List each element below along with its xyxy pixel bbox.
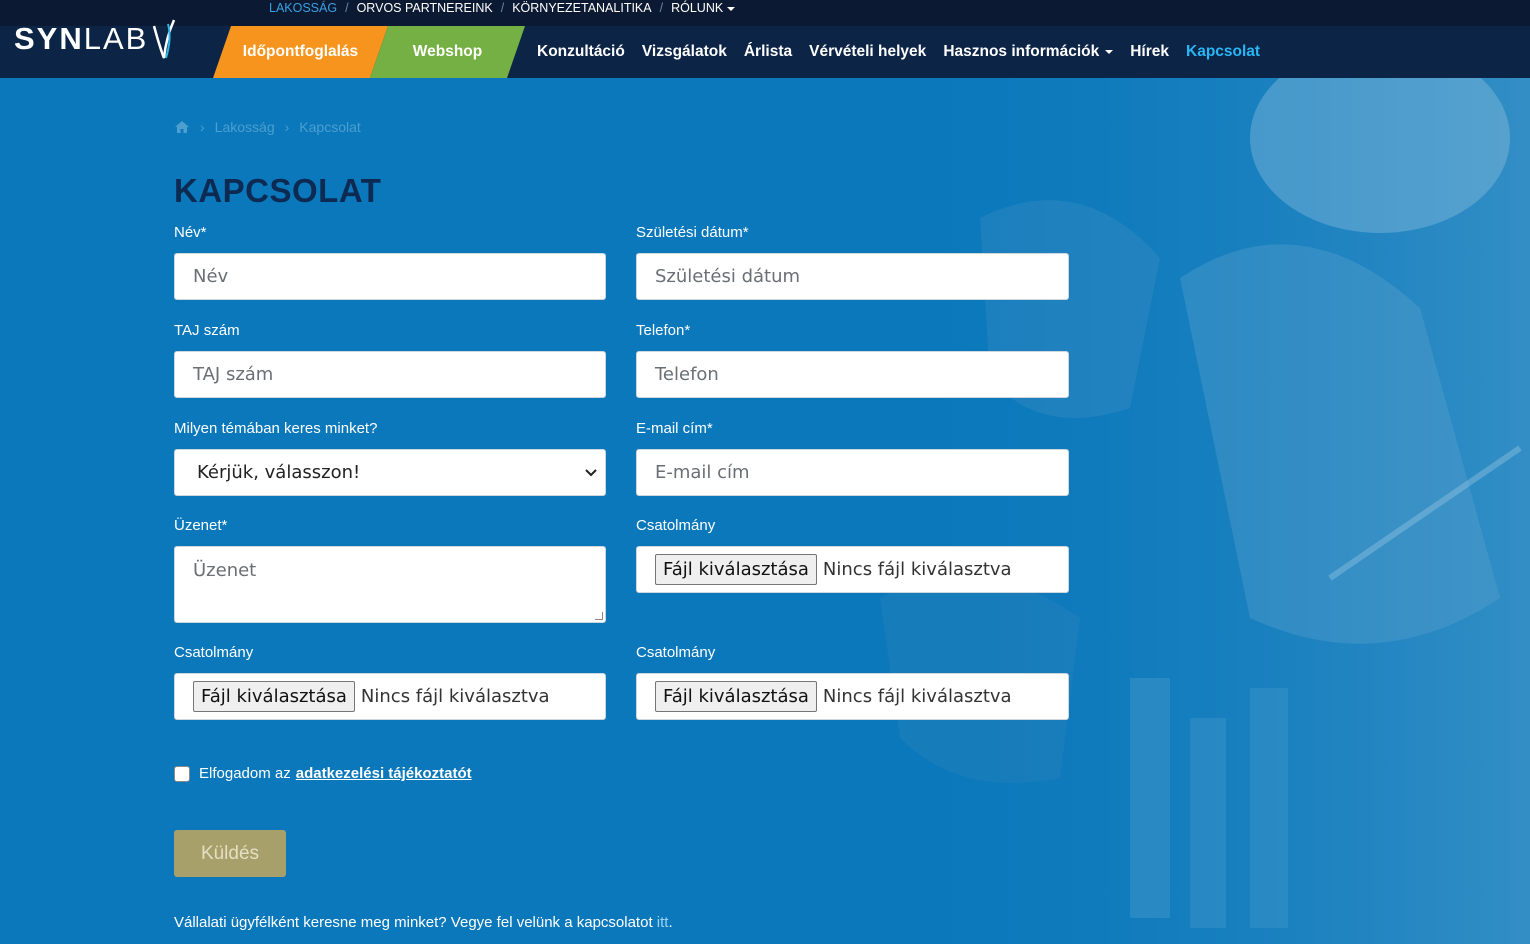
breadcrumb-lakossag[interactable]: Lakosság xyxy=(215,119,275,135)
logo-wordmark: SYNLAB xyxy=(14,21,149,56)
name-label: Név* xyxy=(174,224,207,241)
topic-label: Milyen témában keres minket? xyxy=(174,420,378,437)
corporate-contact-text: Vállalati ügyfélként keresne meg minket?… xyxy=(174,914,657,931)
consent-row: Elfogadom az adatkezelési tájékoztatót xyxy=(174,765,472,782)
corporate-contact-link[interactable]: itt xyxy=(657,914,669,931)
attachment-2-label: Csatolmány xyxy=(174,644,254,661)
nav-arlista[interactable]: Árlista xyxy=(744,43,792,61)
topic-select[interactable]: Kérjük, válasszon! xyxy=(174,449,606,496)
site-header: SYNLAB LAKOSSÁG / ORVOS PARTNEREINK / KÖ… xyxy=(0,0,1530,78)
phone-input[interactable]: Telefon xyxy=(636,351,1069,398)
breadcrumb: › Lakosság › Kapcsolat xyxy=(174,119,361,135)
topic-selected-value: Kérjük, válasszon! xyxy=(197,462,361,483)
nav-vervételi-helyek[interactable]: Vérvételi helyek xyxy=(809,43,926,61)
nav-kapcsolat[interactable]: Kapcsolat xyxy=(1186,43,1260,61)
attachment-2-status: Nincs fájl kiválasztva xyxy=(360,686,550,707)
message-placeholder: Üzenet xyxy=(193,560,257,581)
birthdate-input[interactable]: Születési dátum xyxy=(636,253,1069,300)
page-title: KAPCSOLAT xyxy=(174,172,382,209)
attachment-1-choose-button[interactable]: Fájl kiválasztása xyxy=(655,554,817,585)
attachment-3-input[interactable]: Fájl kiválasztása Nincs fájl kiválasztva xyxy=(636,673,1069,720)
submit-button[interactable]: Küldés xyxy=(174,830,286,877)
topnav-separator: / xyxy=(659,1,664,15)
caret-down-icon xyxy=(1105,49,1114,54)
attachment-3-label: Csatolmány xyxy=(636,644,716,661)
taj-input[interactable]: TAJ szám xyxy=(174,351,606,398)
attachment-3-status: Nincs fájl kiválasztva xyxy=(822,686,1012,707)
attachment-2-choose-button[interactable]: Fájl kiválasztása xyxy=(193,681,355,712)
main-nav: Időpontfoglalás Webshop Konzultáció Vizs… xyxy=(213,26,1277,78)
breadcrumb-kapcsolat: Kapcsolat xyxy=(299,119,361,135)
email-label: E-mail cím* xyxy=(636,420,713,437)
booking-button[interactable]: Időpontfoglalás xyxy=(213,26,388,78)
chevron-down-icon xyxy=(585,468,597,476)
chevron-right-icon: › xyxy=(284,119,290,135)
topnav-orvos-partnereink[interactable]: ORVOS PARTNEREINK xyxy=(357,1,493,15)
phone-label: Telefon* xyxy=(636,322,691,339)
topnav-lakossag[interactable]: LAKOSSÁG xyxy=(269,1,337,15)
attachment-1-input[interactable]: Fájl kiválasztása Nincs fájl kiválasztva xyxy=(636,546,1069,593)
caret-down-icon xyxy=(727,6,736,11)
webshop-button[interactable]: Webshop xyxy=(370,26,525,78)
corporate-contact-note: Vállalati ügyfélként keresne meg minket?… xyxy=(174,914,673,931)
message-label: Üzenet* xyxy=(174,517,228,534)
nav-konzultacio[interactable]: Konzultáció xyxy=(537,43,625,61)
nav-vizsgalatok[interactable]: Vizsgálatok xyxy=(642,43,727,61)
home-icon[interactable] xyxy=(174,120,190,134)
topnav-kornyezetanalitika[interactable]: KÖRNYEZETANALITIKA xyxy=(512,1,651,15)
message-textarea[interactable]: Üzenet xyxy=(174,546,606,623)
email-input[interactable]: E-mail cím xyxy=(636,449,1069,496)
top-bar xyxy=(0,0,1530,26)
chevron-right-icon: › xyxy=(200,119,205,135)
attachment-3-choose-button[interactable]: Fájl kiválasztása xyxy=(655,681,817,712)
privacy-policy-link[interactable]: adatkezelési tájékoztatót xyxy=(296,765,472,782)
attachment-1-status: Nincs fájl kiválasztva xyxy=(822,559,1012,580)
nav-hasznos-informaciok[interactable]: Hasznos információk xyxy=(943,43,1114,61)
attachment-2-input[interactable]: Fájl kiválasztása Nincs fájl kiválasztva xyxy=(174,673,606,720)
topnav-separator: / xyxy=(345,1,349,15)
name-input[interactable]: Név xyxy=(174,253,606,300)
logo-swoosh-icon xyxy=(153,19,176,59)
nav-links: Konzultáció Vizsgálatok Árlista Vérvétel… xyxy=(537,43,1277,61)
resize-handle-icon[interactable] xyxy=(595,612,603,620)
corporate-contact-end: . xyxy=(668,914,673,931)
audience-nav: LAKOSSÁG / ORVOS PARTNEREINK / KÖRNYEZET… xyxy=(269,0,736,16)
birthdate-label: Születési dátum* xyxy=(636,224,749,241)
consent-text: Elfogadom az xyxy=(199,765,291,782)
topnav-rolunk[interactable]: RÓLUNK xyxy=(671,1,736,15)
taj-label: TAJ szám xyxy=(174,322,240,339)
consent-checkbox[interactable] xyxy=(174,765,190,782)
nav-hirek[interactable]: Hírek xyxy=(1130,43,1169,61)
synlab-logo[interactable]: SYNLAB xyxy=(14,14,178,64)
attachment-1-label: Csatolmány xyxy=(636,517,716,534)
topnav-separator: / xyxy=(500,1,505,15)
